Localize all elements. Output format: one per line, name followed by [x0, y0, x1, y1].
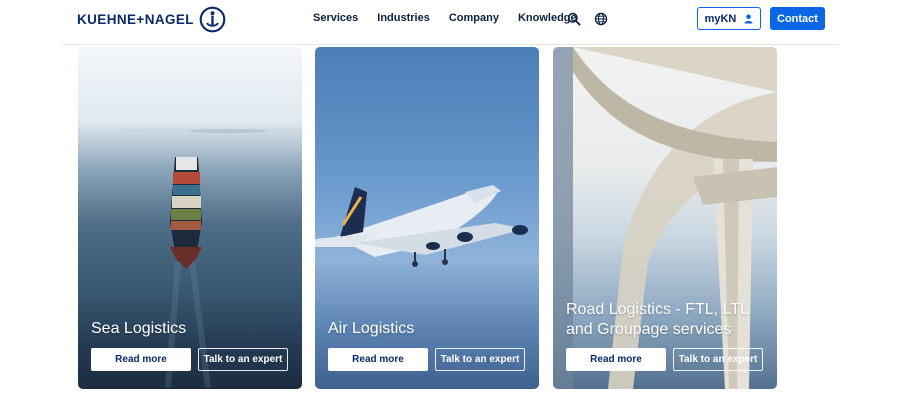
card-title: Air Logistics — [328, 320, 415, 337]
nav-item-company[interactable]: Company — [449, 12, 499, 24]
header-divider — [62, 44, 838, 45]
talk-to-expert-button[interactable]: Talk to an expert — [673, 348, 763, 371]
card-sea-logistics[interactable]: Sea Logistics Read more Talk to an exper… — [78, 47, 302, 389]
card-road-logistics[interactable]: Road Logistics - FTL, LTL and Groupage s… — [553, 47, 777, 389]
nav-item-industries[interactable]: Industries — [377, 12, 430, 24]
user-icon — [744, 14, 753, 23]
nav-item-services[interactable]: Services — [313, 12, 358, 24]
globe-icon[interactable] — [594, 12, 608, 26]
talk-to-expert-button[interactable]: Talk to an expert — [435, 348, 525, 371]
card-title: Sea Logistics — [91, 320, 187, 337]
mykn-label: myKN — [704, 12, 737, 25]
talk-to-expert-button[interactable]: Talk to an expert — [198, 348, 288, 371]
search-icon[interactable] — [567, 12, 581, 26]
card-air-logistics[interactable]: Air Logistics Read more Talk to an exper… — [315, 47, 539, 389]
read-more-button[interactable]: Read more — [566, 348, 666, 371]
contact-button[interactable]: Contact — [770, 7, 825, 30]
card-title: Road Logistics - FTL, LTL and Groupage s… — [566, 301, 749, 338]
brand-logo-text: KUEHNE+NAGEL — [77, 11, 194, 27]
site-header: KUEHNE+NAGEL Services Industries Company… — [0, 0, 900, 45]
read-more-button[interactable]: Read more — [91, 348, 191, 371]
brand-logo[interactable]: KUEHNE+NAGEL — [77, 5, 226, 33]
read-more-button[interactable]: Read more — [328, 348, 428, 371]
mykn-button[interactable]: myKN — [697, 7, 761, 30]
anchor-emblem-icon — [199, 6, 226, 32]
main-nav: Services Industries Company Knowledge — [313, 12, 577, 24]
